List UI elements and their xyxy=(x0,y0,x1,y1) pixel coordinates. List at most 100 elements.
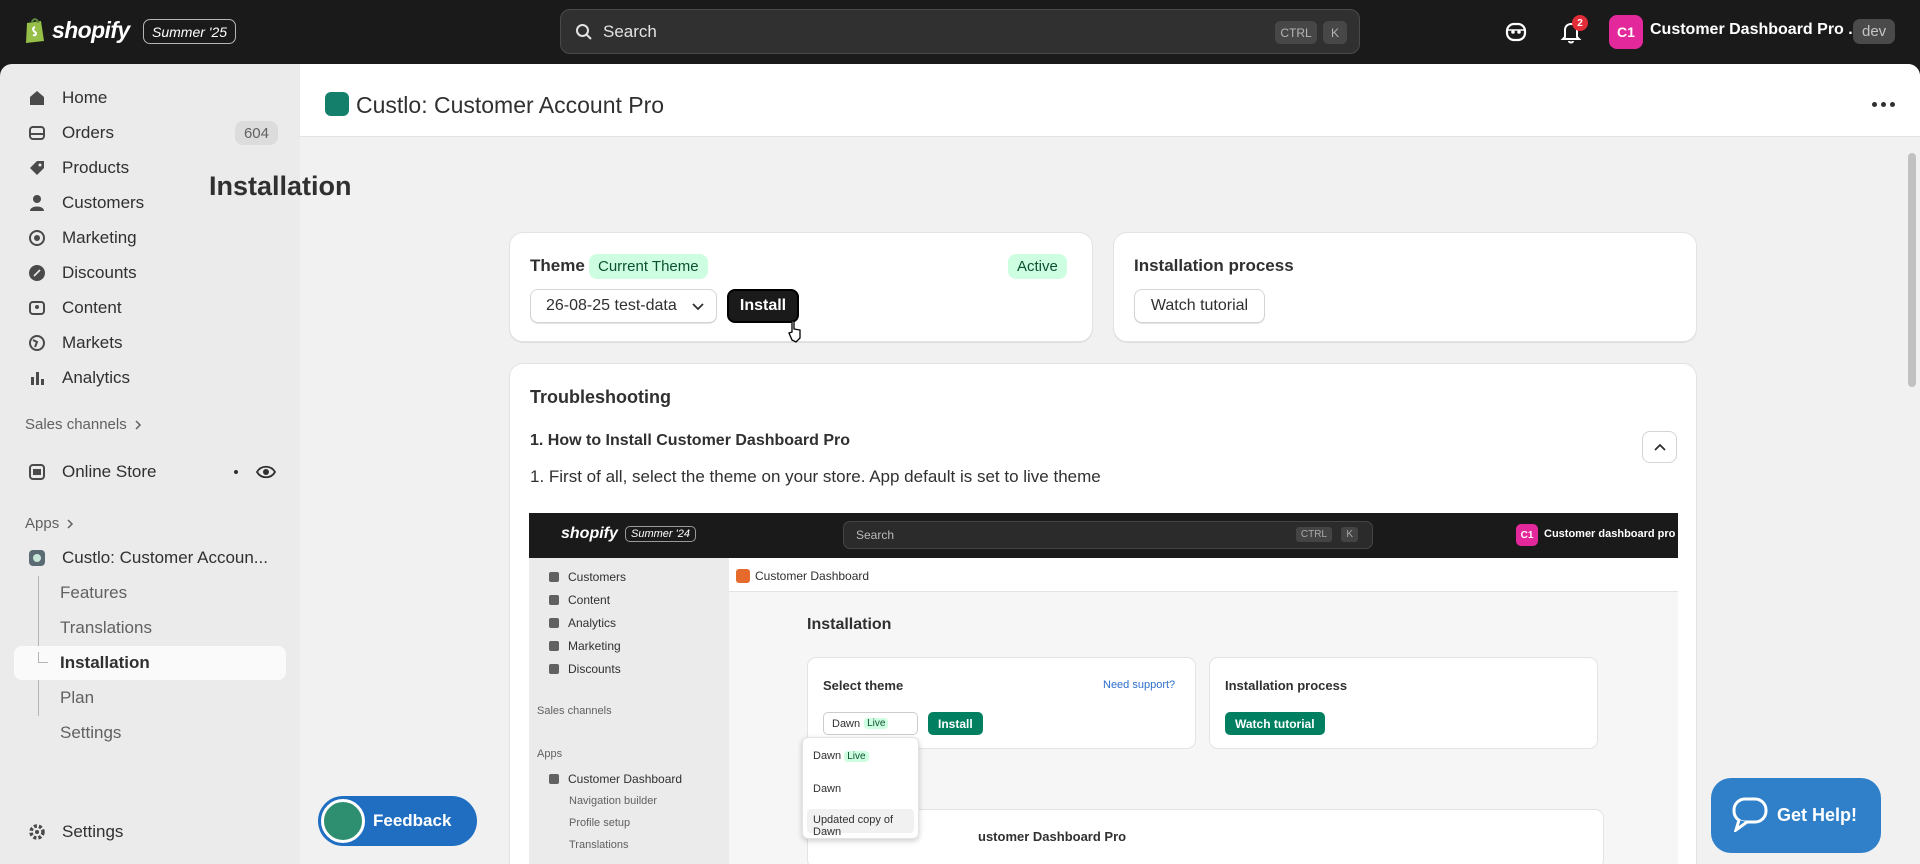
sidebar-subitem-installation[interactable]: Installation xyxy=(14,646,286,680)
sidebar-item-content[interactable]: Content xyxy=(14,291,286,325)
shot-search-label: Search xyxy=(856,528,895,542)
app-header: Custlo: Customer Account Pro xyxy=(300,64,1920,137)
scrollbar[interactable] xyxy=(1905,137,1920,864)
shot-dropdown: Dawn Live Dawn Updated copy of Dawn xyxy=(802,737,919,839)
image-icon xyxy=(29,301,45,315)
shot-nav-item: Customers xyxy=(549,570,626,584)
sidebar-item-marketing[interactable]: Marketing xyxy=(14,221,286,255)
shot-select-theme: Select theme xyxy=(823,678,904,693)
get-help-label: Get Help! xyxy=(1777,805,1858,825)
kbd-k: K xyxy=(1323,21,1347,44)
shot-watch-tutorial: Watch tutorial xyxy=(1225,712,1325,735)
shot-store: Customer dashboard pro ... xyxy=(1544,528,1678,540)
apps-heading[interactable]: Apps xyxy=(25,515,75,532)
feedback-button[interactable]: Feedback xyxy=(318,796,477,846)
installation-process-card: Installation process Watch tutorial xyxy=(1113,232,1697,342)
shot-nav-item: Marketing xyxy=(549,639,621,653)
current-theme-badge: Current Theme xyxy=(589,254,708,279)
shot-header-title: Customer Dashboard xyxy=(755,569,870,583)
shot-subitem: Translations xyxy=(569,839,629,851)
sidebar-item-analytics[interactable]: Analytics xyxy=(14,361,286,395)
shot-faq-partial: ustomer Dashboard Pro xyxy=(978,829,1127,844)
shot-theme-select: Dawn Live xyxy=(823,712,918,735)
orders-icon xyxy=(29,126,45,140)
sidebar-item-label: Products xyxy=(62,158,130,177)
chat-bubble-icon xyxy=(1732,797,1768,832)
chevron-down-icon xyxy=(692,303,704,311)
gear-icon xyxy=(29,824,45,840)
shopify-logo[interactable]: shopify xyxy=(24,17,130,44)
sidebar-item-online-store[interactable]: Online Store xyxy=(14,455,286,489)
store-avatar[interactable]: C1 xyxy=(1609,15,1643,49)
sidebar-item-discounts[interactable]: Discounts xyxy=(14,256,286,290)
shot-sidebar: Customers Content Analytics Marketing Di… xyxy=(529,558,729,864)
sidebar-item-label: Orders xyxy=(62,123,114,142)
shot-faq-card: ustomer Dashboard Pro xyxy=(807,809,1604,864)
theme-select[interactable]: 26-08-25 test-data xyxy=(530,289,717,323)
sidebar-item-label: Plan xyxy=(60,688,95,707)
sidebar-item-markets[interactable]: Markets xyxy=(14,326,286,360)
person-icon xyxy=(30,195,44,211)
shot-sales-channels: Sales channels xyxy=(537,705,612,717)
shot-header: Customer Dashboard xyxy=(729,558,1678,592)
sidebar-item-label: Online Store xyxy=(62,462,157,481)
sidebar-item-label: Markets xyxy=(62,333,123,352)
search-placeholder: Search xyxy=(603,21,657,41)
sidebar-subitem-features[interactable]: Features xyxy=(14,576,286,610)
shot-nav-item: Analytics xyxy=(549,616,616,630)
sidekick-icon[interactable] xyxy=(1503,19,1529,45)
install-button[interactable]: Install xyxy=(727,289,799,323)
edition-badge[interactable]: Summer '25 xyxy=(143,19,237,44)
page-title: Installation xyxy=(209,171,352,201)
sidebar-item-label: Translations xyxy=(60,618,152,637)
sidebar-item-custlo-app[interactable]: Custlo: Customer Accoun... xyxy=(14,541,286,575)
shot-kbd-k: K xyxy=(1341,527,1358,542)
app-icon xyxy=(29,550,45,566)
shot-install-button: Install xyxy=(928,712,983,735)
collapse-button[interactable] xyxy=(1642,431,1677,463)
sidebar-subitem-translations[interactable]: Translations xyxy=(14,611,286,645)
faq-question[interactable]: 1. How to Install Customer Dashboard Pro xyxy=(530,432,850,450)
sidebar-item-home[interactable]: Home xyxy=(14,81,286,115)
store-name[interactable]: Customer Dashboard Pro ... xyxy=(1650,21,1862,39)
sales-channels-label: Sales channels xyxy=(25,416,127,433)
scrollbar-thumb[interactable] xyxy=(1908,153,1916,387)
status-dot xyxy=(234,470,238,474)
shot-process-card: Installation process Watch tutorial xyxy=(1209,657,1598,749)
shot-apps: Apps xyxy=(537,748,563,760)
sidebar-item-label: Settings xyxy=(60,723,122,742)
sidebar-item-label: Custlo: Customer Accoun... xyxy=(62,548,268,567)
sidebar-item-label: Features xyxy=(60,583,128,602)
sidebar-item-orders[interactable]: Orders 604 xyxy=(14,116,286,150)
discount-icon xyxy=(29,265,45,281)
chevron-right-icon xyxy=(135,419,141,430)
custlo-app-icon xyxy=(325,92,349,116)
sidebar-subitem-plan[interactable]: Plan xyxy=(14,681,286,715)
shot-nav-item: Discounts xyxy=(549,662,621,676)
cursor-pointer-icon xyxy=(788,320,801,343)
more-actions-icon[interactable] xyxy=(1872,102,1895,107)
sidebar-item-settings[interactable]: Settings xyxy=(14,815,286,849)
top-bar: shopify Summer '25 Search CTRL K 2 C1 Cu… xyxy=(0,0,1920,64)
sidebar-subitem-settings[interactable]: Settings xyxy=(14,716,286,750)
get-help-button[interactable]: Get Help! xyxy=(1711,778,1881,853)
shot-app-icon xyxy=(736,569,750,583)
bar-chart-icon xyxy=(31,372,44,385)
shot-nav-item: Content xyxy=(549,593,610,607)
shot-edition: Summer '24 xyxy=(625,526,696,542)
sidebar-item-label: Content xyxy=(62,298,122,317)
sales-channels-heading[interactable]: Sales channels xyxy=(25,416,143,433)
sidebar-item-label: Analytics xyxy=(62,368,131,387)
app-title: Custlo: Customer Account Pro xyxy=(356,92,665,118)
sidebar-item-label: Installation xyxy=(60,653,150,672)
chevron-up-icon xyxy=(1653,443,1666,451)
search-bar[interactable]: Search CTRL K xyxy=(560,9,1360,54)
shot-search: Search CTRL K xyxy=(843,521,1373,549)
shot-need-support: Need support? xyxy=(1103,679,1176,691)
sidebar-item-label: Settings xyxy=(62,822,124,841)
orders-count-badge: 604 xyxy=(234,121,278,145)
watch-tutorial-button[interactable]: Watch tutorial xyxy=(1134,289,1265,323)
shot-process-title: Installation process xyxy=(1225,678,1348,693)
sidebar-item-label: Discounts xyxy=(62,263,137,282)
eye-icon[interactable] xyxy=(256,463,276,481)
